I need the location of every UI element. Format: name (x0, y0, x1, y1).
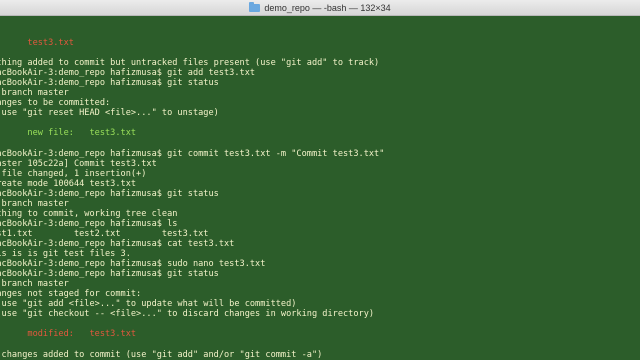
folder-icon (249, 1, 261, 12)
terminal-line-text: nothing added to commit but untracked fi… (0, 58, 380, 69)
terminal-line-text: 1 file changed, 1 insertion(+) (0, 168, 147, 179)
terminal-line: test3.txt (0, 38, 384, 48)
terminal-line-text: iMacBookAir-3:demo_repo hafizmusa$ ls (0, 218, 178, 229)
terminal-line: iMacBookAir-3:demo_repo hafizmusa$ cat t… (0, 239, 384, 249)
terminal-line: On branch master (0, 279, 384, 289)
terminal-line: On branch master (0, 199, 384, 209)
terminal-line-text: new file: test3.txt (0, 128, 137, 139)
terminal-line: iMacBookAir-3:demo_repo hafizmusa$ git s… (0, 189, 384, 199)
terminal-line-text: nothing to commit, working tree clean (0, 208, 178, 219)
terminal-line-text: Changes to be committed: (0, 98, 111, 109)
terminal-line-text: iMacBookAir-3:demo_repo hafizmusa$ git s… (0, 188, 219, 199)
terminal-line-text: modified: test3.txt (0, 329, 137, 340)
terminal-line-text: iMacBookAir-3:demo_repo hafizmusa$ sudo … (0, 259, 266, 270)
terminal-line-text: On branch master (1, 279, 69, 290)
terminal-line-text: iMacBookAir-3:demo_repo hafizmusa$ cat t… (0, 238, 235, 249)
terminal-line-text: (use "git reset HEAD <file>..." to unsta… (0, 108, 219, 119)
terminal-line-text: This is is git test files 3. (0, 249, 131, 260)
terminal-line-text: (use "git add <file>..." to update what … (0, 299, 297, 310)
terminal-line-text: Changes not staged for commit: (0, 289, 142, 300)
terminal-line-text: On branch master (1, 198, 69, 209)
terminal-line: Changes to be committed: (0, 98, 384, 108)
terminal-line: iMacBookAir-3:demo_repo hafizmusa$ git s… (0, 78, 384, 88)
terminal-line: Changes not staged for commit: (0, 289, 384, 299)
terminal-line: new file: test3.txt (0, 128, 384, 138)
terminal-line: iMacBookAir-3:demo_repo hafizmusa$ git c… (0, 149, 384, 159)
terminal-line-text: no changes added to commit (use "git add… (0, 349, 323, 360)
terminal-line-text: [master 105c22a] Commit test3.txt (0, 158, 157, 169)
terminal-line-text: (use "git checkout -- <file>..." to disc… (0, 309, 375, 320)
terminal-line-text: iMacBookAir-3:demo_repo hafizmusa$ git s… (0, 269, 219, 280)
terminal-line: iMacBookAir-3:demo_repo hafizmusa$ ls (0, 219, 384, 229)
window-title: demo_repo — -bash — 132×34 (264, 2, 391, 13)
terminal-line-text: iMacBookAir-3:demo_repo hafizmusa$ git a… (0, 68, 256, 79)
terminal-line: iMacBookAir-3:demo_repo hafizmusa$ sudo … (0, 259, 384, 269)
terminal-line: nothing to commit, working tree clean (0, 209, 384, 219)
window-titlebar[interactable]: demo_repo — -bash — 132×34 (0, 0, 640, 16)
terminal-line: no changes added to commit (use "git add… (0, 350, 384, 360)
terminal-line: test1.txt test2.txt test3.txt (0, 229, 384, 239)
terminal-line: (use "git add <file>..." to update what … (0, 299, 384, 309)
terminal-output: test3.txt nothing added to commit but unt… (0, 28, 384, 360)
terminal-line-text: iMacBookAir-3:demo_repo hafizmusa$ git c… (0, 148, 385, 159)
terminal-line: iMacBookAir-3:demo_repo hafizmusa$ git s… (0, 269, 384, 279)
terminal-line: nothing added to commit but untracked fi… (0, 58, 384, 68)
terminal-line: create mode 100644 test3.txt (0, 179, 384, 189)
terminal-line-text: test1.txt test2.txt test3.txt (0, 228, 209, 239)
terminal-line: 1 file changed, 1 insertion(+) (0, 169, 384, 179)
terminal-area[interactable]: test3.txt nothing added to commit but unt… (0, 16, 640, 360)
terminal-line-text: test3.txt (27, 38, 74, 49)
terminal-line: This is is git test files 3. (0, 249, 384, 259)
terminal-line: iMacBookAir-3:demo_repo hafizmusa$ git a… (0, 68, 384, 78)
terminal-line-text: iMacBookAir-3:demo_repo hafizmusa$ git s… (0, 78, 219, 89)
terminal-line: modified: test3.txt (0, 329, 384, 339)
terminal-line: On branch master (0, 88, 384, 98)
terminal-line: (use "git checkout -- <file>..." to disc… (0, 309, 384, 319)
terminal-line-text: On branch master (1, 88, 69, 99)
terminal-line: (use "git reset HEAD <file>..." to unsta… (0, 108, 384, 118)
terminal-line-text: create mode 100644 test3.txt (0, 178, 137, 189)
terminal-line: [master 105c22a] Commit test3.txt (0, 159, 384, 169)
